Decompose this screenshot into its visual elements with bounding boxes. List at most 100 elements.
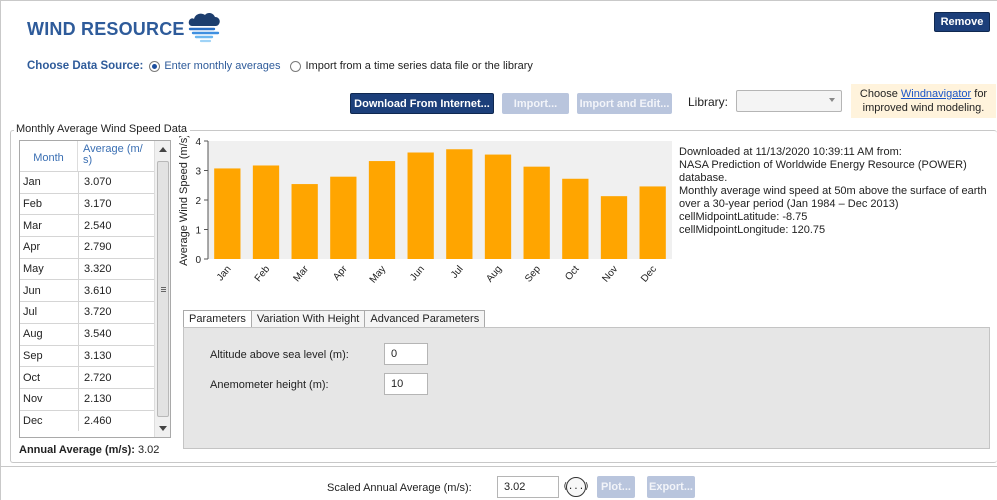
column-header-average[interactable]: Average (m/ s) bbox=[79, 141, 154, 171]
x-tick-label: Sep bbox=[523, 264, 543, 285]
table-row[interactable]: Feb 3.170 bbox=[20, 192, 154, 215]
scaled-average-input[interactable]: 3.02 bbox=[497, 476, 559, 498]
x-tick-label: Aug bbox=[484, 264, 504, 285]
table-row[interactable]: Jan 3.070 bbox=[20, 171, 154, 193]
y-tick-label: 1 bbox=[195, 226, 201, 237]
table-row[interactable]: May 3.320 bbox=[20, 257, 154, 280]
altitude-input[interactable]: 0 bbox=[384, 343, 428, 365]
cell-month: Jun bbox=[20, 280, 79, 302]
scaled-average-label: Scaled Annual Average (m/s): bbox=[327, 482, 472, 494]
scrollbar-thumb[interactable] bbox=[157, 161, 169, 417]
cell-month: Aug bbox=[20, 323, 79, 345]
windnavigator-line2: improved wind modeling. bbox=[862, 102, 985, 114]
windnavigator-suffix: for bbox=[971, 88, 988, 100]
bar-feb bbox=[252, 165, 280, 259]
table-body: Jan 3.070 Feb 3.170 Mar 2.540 Apr 2.790 May 3.320… bbox=[20, 171, 154, 432]
table-row[interactable]: Dec 2.460 bbox=[20, 409, 154, 432]
grip-icon bbox=[161, 287, 166, 292]
bar-oct bbox=[562, 178, 589, 259]
table-row[interactable]: Oct 2.720 bbox=[20, 366, 154, 388]
table-scrollbar[interactable] bbox=[154, 141, 170, 437]
import-button[interactable]: Import... bbox=[502, 93, 569, 114]
column-header-month[interactable]: Month bbox=[20, 141, 78, 171]
cell-month: Jul bbox=[20, 302, 79, 323]
radio-import-file-label[interactable]: Import from a time series data file or t… bbox=[305, 60, 532, 72]
parameters-panel: Altitude above sea level (m): 0 Anemomet… bbox=[183, 327, 990, 449]
cell-month: May bbox=[20, 258, 79, 280]
library-label: Library: bbox=[688, 95, 729, 109]
info-line: Downloaded at 11/13/2020 10:39:11 AM fro… bbox=[679, 146, 902, 158]
table-row[interactable]: Mar 2.540 bbox=[20, 214, 154, 237]
annual-average-value: 3.02 bbox=[138, 444, 160, 456]
import-and-edit-button[interactable]: Import and Edit... bbox=[577, 93, 672, 114]
table-row[interactable]: Jul 3.720 bbox=[20, 301, 154, 323]
cell-average[interactable]: 3.130 bbox=[79, 350, 112, 362]
info-line: NASA Prediction of Worldwide Energy Reso… bbox=[679, 159, 967, 171]
chevron-down-icon bbox=[829, 98, 835, 102]
table-row[interactable]: Nov 2.130 bbox=[20, 387, 154, 410]
x-tick-label: Mar bbox=[291, 263, 311, 284]
radio-monthly-averages[interactable] bbox=[149, 60, 161, 72]
bar-jul bbox=[446, 149, 473, 259]
table-row[interactable]: Jun 3.610 bbox=[20, 279, 154, 302]
tab-advanced-parameters[interactable]: Advanced Parameters bbox=[364, 310, 486, 327]
bar-jun bbox=[407, 152, 434, 259]
scroll-up-icon[interactable] bbox=[159, 147, 167, 152]
cell-month: Oct bbox=[20, 367, 79, 388]
table-row[interactable]: Aug 3.540 bbox=[20, 322, 154, 345]
bar-aug bbox=[484, 154, 512, 259]
cell-average[interactable]: 3.170 bbox=[79, 198, 112, 210]
info-line: Monthly average wind speed at 50m above … bbox=[679, 185, 987, 197]
windnavigator-notice: Choose Windnavigator for improved wind m… bbox=[851, 84, 996, 118]
parameter-tabs: Parameters Variation With Height Advanced … bbox=[183, 310, 486, 328]
radio-import-file[interactable] bbox=[290, 60, 302, 72]
tab-variation-with-height[interactable]: Variation With Height bbox=[250, 310, 366, 327]
remove-button[interactable]: Remove bbox=[934, 12, 990, 32]
cell-month: Jan bbox=[20, 172, 79, 193]
anemometer-label: Anemometer height (m): bbox=[210, 379, 329, 391]
column-header-average-line1: Average (m/ bbox=[83, 143, 143, 155]
download-from-internet-button[interactable]: Download From Internet... bbox=[350, 93, 494, 114]
x-tick-label: Nov bbox=[600, 264, 620, 285]
cell-average[interactable]: 2.540 bbox=[79, 220, 112, 232]
cell-average[interactable]: 3.320 bbox=[79, 263, 112, 275]
info-line: over a 30-year period (Jan 1984 – Dec 20… bbox=[679, 198, 899, 210]
bar-jan bbox=[214, 168, 241, 259]
download-info-text: Downloaded at 11/13/2020 10:39:11 AM fro… bbox=[679, 146, 989, 237]
x-tick-label: Oct bbox=[563, 264, 582, 283]
window-border-top bbox=[0, 0, 997, 1]
anemometer-input[interactable]: 10 bbox=[384, 373, 428, 395]
cell-month: Feb bbox=[20, 193, 79, 215]
cell-month: Sep bbox=[20, 345, 79, 367]
bar-dec bbox=[639, 186, 666, 259]
cell-average[interactable]: 3.070 bbox=[79, 176, 112, 188]
bar-apr bbox=[330, 176, 357, 259]
cell-average[interactable]: 2.790 bbox=[79, 241, 112, 253]
radio-monthly-averages-label[interactable]: Enter monthly averages bbox=[164, 60, 280, 72]
cell-average[interactable]: 3.720 bbox=[79, 306, 112, 318]
altitude-label: Altitude above sea level (m): bbox=[210, 349, 349, 361]
bar-sep bbox=[523, 166, 550, 259]
monthly-data-group-label: Monthly Average Wind Speed Data bbox=[14, 123, 191, 135]
x-tick-label: Jun bbox=[408, 264, 427, 283]
x-tick-label: May bbox=[368, 264, 389, 286]
windnavigator-prefix: Choose bbox=[859, 88, 901, 100]
wind-speed-bar-chart: 0 1 2 3 4 Average Wind Speed (m/s) Jan Feb Mar Ap… bbox=[178, 136, 672, 286]
library-select[interactable] bbox=[736, 90, 842, 112]
table-row[interactable]: Sep 3.130 bbox=[20, 344, 154, 367]
x-tick-label: Dec bbox=[639, 264, 659, 285]
plot-button[interactable]: Plot... bbox=[597, 476, 635, 498]
tab-parameters[interactable]: Parameters bbox=[183, 310, 252, 328]
export-button[interactable]: Export... bbox=[647, 476, 695, 498]
info-line: database. bbox=[679, 172, 728, 184]
windnavigator-link[interactable]: Windnavigator bbox=[901, 88, 971, 100]
cell-average[interactable]: 2.720 bbox=[79, 372, 112, 384]
scale-options-button[interactable]: (...) bbox=[562, 477, 590, 497]
cell-average[interactable]: 3.610 bbox=[79, 285, 112, 297]
cell-average[interactable]: 3.540 bbox=[79, 328, 112, 340]
cell-average[interactable]: 2.130 bbox=[79, 393, 112, 405]
y-tick-label: 0 bbox=[195, 255, 201, 266]
scroll-down-icon[interactable] bbox=[159, 426, 167, 431]
cell-average[interactable]: 2.460 bbox=[79, 415, 112, 427]
table-row[interactable]: Apr 2.790 bbox=[20, 236, 154, 258]
